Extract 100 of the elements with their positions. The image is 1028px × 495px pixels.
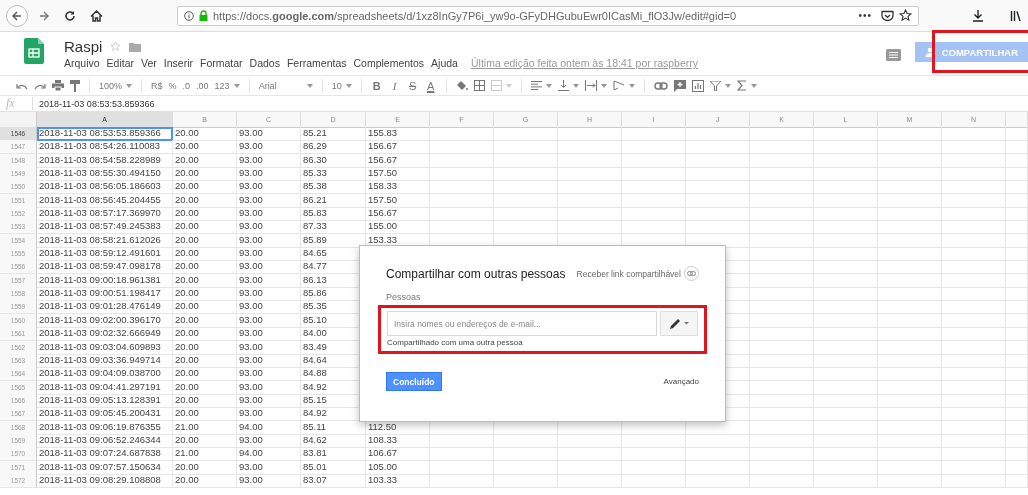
- table-cell: 2018-11-03 08:56:05.186603: [37, 180, 173, 195]
- table-cell: 20.00: [173, 273, 237, 288]
- table-cell: 2018-11-03 09:08:29.108808: [37, 473, 173, 488]
- menu-item[interactable]: Ferramentas: [286, 57, 347, 69]
- table-cell: 2018-11-03 09:07:24.687838: [37, 447, 173, 462]
- table-cell: 157.50: [366, 167, 430, 182]
- table-cell: 83.81: [301, 447, 366, 462]
- table-cell: 20.00: [173, 167, 237, 182]
- increase-decimals-button[interactable]: .00: [196, 80, 209, 91]
- font-dropdown[interactable]: Arial: [258, 80, 303, 91]
- table-cell: 83.07: [301, 473, 366, 488]
- table-cell: 20.00: [173, 327, 237, 342]
- menu-item[interactable]: Formatar: [200, 57, 243, 69]
- shareable-link-link[interactable]: Receber link compartilhável: [576, 268, 681, 279]
- table-cell: 2018-11-03 08:57:17.369970: [37, 207, 173, 222]
- document-title[interactable]: Raspi: [64, 38, 103, 55]
- table-cell: 2018-11-03 08:59:12.491601: [37, 247, 173, 262]
- table-cell: 156.67: [366, 207, 430, 222]
- last-edit-link[interactable]: Última edição feita ontem às 18:41 por raspberry: [470, 57, 698, 69]
- table-cell: 85.83: [301, 207, 366, 222]
- table-cell: 103.33: [366, 473, 430, 488]
- table-cell: 2018-11-03 09:00:18.961381: [37, 273, 173, 288]
- table-cell: 20.00: [173, 233, 237, 248]
- table-cell: 87.33: [301, 220, 366, 235]
- menu-item[interactable]: Editar: [106, 57, 135, 69]
- table-cell: 93.00: [237, 407, 301, 422]
- table-cell: 20.00: [173, 247, 237, 262]
- table-cell: 93.00: [237, 340, 301, 355]
- table-cell: 20.00: [173, 433, 237, 448]
- strikethrough-button[interactable]: S: [406, 79, 419, 92]
- table-cell: 93.00: [237, 233, 301, 248]
- table-cell: 2018-11-03 09:07:57.150634: [37, 460, 173, 475]
- done-button[interactable]: Concluído: [386, 372, 442, 391]
- table-cell: 84.62: [301, 433, 366, 448]
- table-cell: 21.00: [173, 447, 237, 462]
- table-cell: 93.00: [237, 460, 301, 475]
- table-cell: 20.00: [173, 407, 237, 422]
- table-cell: 20.00: [173, 287, 237, 302]
- table-cell: 2018-11-03 08:54:26.110083: [37, 140, 173, 155]
- table-cell: 93.00: [237, 247, 301, 262]
- table-cell: 93.00: [237, 433, 301, 448]
- menu-item[interactable]: Ajuda: [431, 57, 458, 69]
- menu-item[interactable]: Arquivo: [64, 57, 100, 69]
- menu-item[interactable]: Ver: [141, 57, 157, 69]
- currency-format-button[interactable]: R$: [151, 80, 163, 91]
- table-cell: 2018-11-03 08:55:30.494150: [37, 167, 173, 182]
- table-cell: 2018-11-03 09:06:19.876355: [37, 420, 173, 435]
- table-cell: 108.33: [366, 433, 430, 448]
- table-cell: 93.00: [237, 367, 301, 382]
- table-cell: 93.00: [237, 167, 301, 182]
- percent-format-button[interactable]: %: [168, 80, 177, 91]
- table-cell: 93.00: [237, 327, 301, 342]
- table-cell: 2018-11-03 08:54:58.228989: [37, 153, 173, 168]
- table-cell: 2018-11-03 09:03:36.949714: [37, 353, 173, 368]
- table-cell: 94.00: [237, 447, 301, 462]
- address-bar[interactable]: https://docs.google.com/spreadsheets/d/1xz8InGy7P6i_yw9o-GFyDHGubuEwr0ICasMi_flO3Jw/edit#gid=0 •••: [177, 5, 919, 26]
- menu-item[interactable]: Inserir: [163, 57, 193, 69]
- number-format-dropdown[interactable]: 123: [214, 80, 230, 91]
- table-cell: 93.00: [237, 300, 301, 315]
- menu-item[interactable]: Dados: [249, 57, 280, 69]
- table-cell: 20.00: [173, 140, 237, 155]
- zoom-dropdown[interactable]: 100%: [99, 80, 123, 91]
- table-cell: 2018-11-03 08:59:47.098178: [37, 260, 173, 275]
- table-cell: 93.00: [237, 273, 301, 288]
- table-cell: 2018-11-03 08:56:45.204455: [37, 193, 173, 208]
- table-cell: 156.67: [366, 153, 430, 168]
- table-cell: 93.00: [237, 353, 301, 368]
- table-cell: 20.00: [173, 340, 237, 355]
- table-cell: 93.00: [237, 287, 301, 302]
- table-cell: 93.00: [237, 313, 301, 328]
- table-cell: 93.00: [237, 207, 301, 222]
- italic-button[interactable]: I: [388, 79, 401, 92]
- bold-button[interactable]: B: [370, 79, 383, 92]
- font-size-dropdown[interactable]: 10: [331, 80, 342, 91]
- dialog-title: Compartilhar com outras pessoas: [386, 266, 566, 281]
- formula-field[interactable]: 2018-11-03 08:53:53.859366: [39, 98, 155, 109]
- table-cell: 2018-11-03 09:02:32.666949: [37, 327, 173, 342]
- table-cell: 93.00: [237, 193, 301, 208]
- table-cell: 155.83: [366, 127, 430, 141]
- table-cell: 2018-11-03 09:00:51.198417: [37, 287, 173, 302]
- table-cell: 93.00: [237, 260, 301, 275]
- more-button[interactable]: •••: [854, 10, 876, 21]
- table-cell: 85.33: [301, 167, 366, 182]
- table-cell: 2018-11-03 08:53:53.859366: [37, 127, 173, 141]
- table-cell: 106.67: [366, 447, 430, 462]
- table-cell: 2018-11-03 09:02:00.396170: [37, 313, 173, 328]
- people-input[interactable]: Insira nomes ou endereços de e-mail...: [387, 311, 657, 336]
- table-cell: 158.33: [366, 180, 430, 195]
- text-color-button[interactable]: A: [424, 79, 437, 92]
- table-cell: 93.00: [237, 393, 301, 408]
- table-cell: 93.00: [237, 140, 301, 155]
- advanced-link[interactable]: Avançado: [663, 377, 699, 386]
- table-cell: 20.00: [173, 153, 237, 168]
- decrease-decimals-button[interactable]: .0: [182, 80, 191, 91]
- table-cell: 20.00: [173, 393, 237, 408]
- table-cell: 2018-11-03 09:04:41.297191: [37, 380, 173, 395]
- menu-item[interactable]: Complementos: [353, 57, 425, 69]
- table-cell: 93.00: [237, 220, 301, 235]
- formula-label: fx: [0, 97, 33, 110]
- table-cell: 20.00: [173, 260, 237, 275]
